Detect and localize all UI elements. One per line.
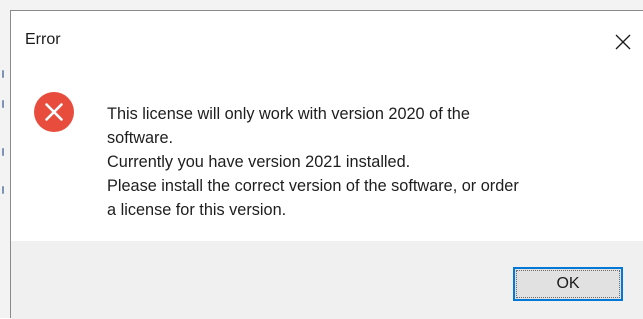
close-icon xyxy=(614,33,632,51)
background-window-edge xyxy=(2,70,4,78)
message-line: Currently you have version 2021 installe… xyxy=(107,153,411,171)
error-circle-x-icon xyxy=(33,91,75,133)
message-line: software. xyxy=(107,129,174,147)
background-window-edge xyxy=(2,186,4,194)
dialog-content: This license will only work with version… xyxy=(11,63,643,241)
background-window-edge xyxy=(2,148,4,156)
ok-button[interactable]: OK xyxy=(513,267,623,301)
error-message: This license will only work with version… xyxy=(107,102,632,222)
close-button[interactable] xyxy=(603,25,643,59)
message-line: This license will only work with version… xyxy=(107,105,470,123)
button-bar: OK xyxy=(11,241,643,319)
error-dialog: Error This license will only work with v… xyxy=(10,10,643,319)
dialog-title: Error xyxy=(25,31,61,48)
message-line: Please install the correct version of th… xyxy=(107,177,519,195)
message-line: a license for this version. xyxy=(107,201,287,219)
background-window-edge xyxy=(2,100,4,108)
title-bar[interactable]: Error xyxy=(11,11,643,63)
